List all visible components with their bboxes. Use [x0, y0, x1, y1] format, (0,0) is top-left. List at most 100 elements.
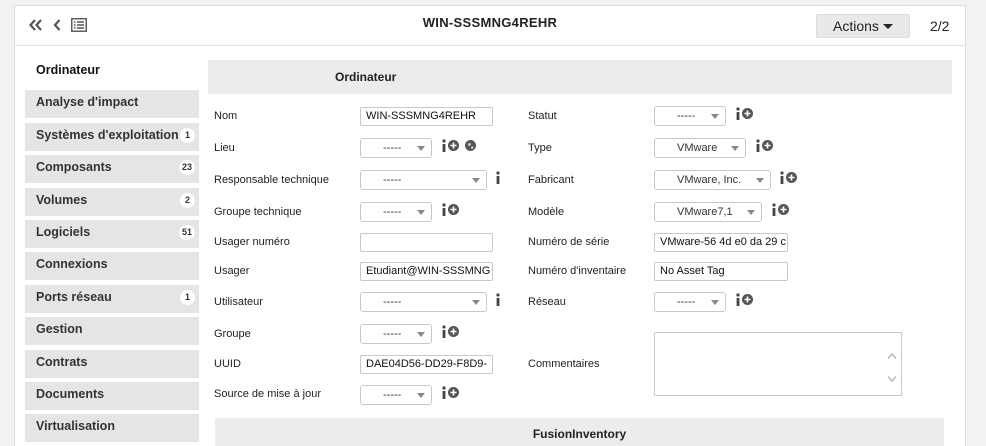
sidebar-item-label: Gestion — [36, 322, 83, 337]
sidebar-item-label: Connexions — [36, 257, 108, 272]
sidebar-item-label: Volumes — [36, 192, 88, 207]
source-mise-a-jour-value: ----- — [383, 389, 402, 401]
actions-button[interactable]: Actions — [816, 14, 910, 38]
scroll-up-icon[interactable] — [887, 349, 897, 360]
actions-label: Actions — [833, 18, 879, 34]
sidebar-item-connexions[interactable]: Connexions — [25, 252, 199, 281]
plus-circle-icon[interactable] — [448, 326, 459, 337]
groupe-technique-value: ----- — [383, 206, 402, 218]
info-icon[interactable] — [495, 293, 501, 306]
lieu-label: Lieu — [214, 142, 235, 154]
fabricant-value: VMware, Inc. — [677, 174, 742, 186]
sidebar-item-logiciels[interactable]: Logiciels 51 — [25, 219, 199, 248]
sidebar-item-gestion[interactable]: Gestion — [25, 317, 199, 346]
sidebar-item-contrats[interactable]: Contrats — [25, 349, 199, 378]
top-bar: WIN-SSSMNG4REHR Actions 2/2 — [15, 6, 965, 46]
caret-down-icon — [747, 210, 755, 215]
statut-value: ----- — [677, 110, 696, 122]
groupe-label: Groupe — [214, 328, 251, 340]
reseau-value: ----- — [677, 296, 696, 308]
usager-numero-label: Usager numéro — [214, 236, 290, 248]
sidebar-item-systemes-exploitation[interactable]: Systèmes d'exploitation 1 — [25, 122, 199, 151]
info-icon[interactable] — [441, 203, 447, 216]
usager-numero-input[interactable] — [360, 233, 493, 252]
info-icon[interactable] — [771, 203, 777, 216]
caret-down-icon — [711, 114, 719, 119]
count-badge: 2 — [180, 192, 195, 208]
numero-serie-input[interactable]: VMware-56 4d e0 da 29 c — [654, 233, 788, 252]
info-icon[interactable] — [441, 139, 447, 152]
modele-select[interactable]: VMware7,1 — [654, 202, 762, 222]
usager-input[interactable]: Etudiant@WIN-SSSMNG — [360, 262, 493, 281]
sidebar-item-analyse-impact[interactable]: Analyse d'impact — [25, 90, 199, 119]
sidebar-item-label: Contrats — [36, 354, 88, 369]
plus-circle-icon[interactable] — [448, 204, 459, 215]
sidebar-item-documents[interactable]: Documents — [25, 381, 199, 410]
commentaires-label: Commentaires — [528, 358, 600, 370]
globe-icon[interactable] — [465, 140, 476, 151]
plus-circle-icon[interactable] — [448, 140, 459, 151]
main-frame: WIN-SSSMNG4REHR Actions 2/2 Ordinateur A… — [14, 5, 966, 446]
groupe-select[interactable]: ----- — [360, 324, 432, 344]
caret-down-icon — [711, 300, 719, 305]
caret-down-icon — [417, 146, 425, 151]
commentaires-textarea[interactable] — [654, 332, 902, 396]
utilisateur-select[interactable]: ----- — [360, 292, 487, 312]
lieu-select[interactable]: ----- — [360, 138, 432, 158]
statut-select[interactable]: ----- — [654, 106, 726, 126]
sidebar-item-label: Ports réseau — [36, 289, 112, 304]
sidebar-item-composants[interactable]: Composants 23 — [25, 155, 199, 184]
plus-circle-icon[interactable] — [762, 140, 773, 151]
info-icon[interactable] — [735, 293, 741, 306]
source-mise-a-jour-label: Source de mise à jour — [214, 388, 321, 400]
info-icon[interactable] — [735, 107, 741, 120]
source-mise-a-jour-select[interactable]: ----- — [360, 385, 432, 405]
caret-down-icon — [417, 332, 425, 337]
statut-label: Statut — [528, 110, 557, 122]
info-icon[interactable] — [441, 386, 447, 399]
uuid-label: UUID — [214, 358, 241, 370]
scroll-down-icon[interactable] — [887, 372, 897, 383]
type-select[interactable]: VMware — [654, 138, 746, 158]
plus-circle-icon[interactable] — [786, 172, 797, 183]
info-icon[interactable] — [755, 139, 761, 152]
groupe-technique-select[interactable]: ----- — [360, 202, 432, 222]
plus-circle-icon[interactable] — [742, 294, 753, 305]
plus-circle-icon[interactable] — [448, 387, 459, 398]
numero-inventaire-label: Numéro d'inventaire — [528, 265, 627, 277]
sidebar-item-label: Analyse d'impact — [36, 95, 139, 110]
caret-down-icon — [756, 178, 764, 183]
sidebar-item-ordinateur[interactable]: Ordinateur — [25, 58, 199, 86]
section-header-fusioninventory: FusionInventory — [215, 418, 944, 446]
count-badge: 51 — [178, 224, 195, 240]
sidebar-item-label: Documents — [36, 386, 105, 401]
fabricant-select[interactable]: VMware, Inc. — [654, 170, 771, 190]
responsable-technique-select[interactable]: ----- — [360, 170, 487, 190]
type-label: Type — [528, 142, 552, 154]
info-icon[interactable] — [441, 325, 447, 338]
sidebar-item-label: Systèmes d'exploitation — [36, 127, 179, 142]
sidebar: Ordinateur Analyse d'impact Systèmes d'e… — [25, 58, 199, 446]
sidebar-item-virtualisation[interactable]: Virtualisation — [25, 414, 199, 443]
uuid-input[interactable]: DAE04D56-DD29-F8D9- — [360, 355, 493, 374]
plus-circle-icon[interactable] — [742, 108, 753, 119]
plus-circle-icon[interactable] — [778, 204, 789, 215]
count-badge: 23 — [178, 160, 195, 176]
caret-down-icon — [417, 210, 425, 215]
reseau-select[interactable]: ----- — [654, 292, 726, 312]
usager-label: Usager — [214, 265, 250, 277]
nom-input[interactable]: WIN-SSSMNG4REHR — [360, 107, 493, 126]
info-icon[interactable] — [779, 171, 785, 184]
modele-value: VMware7,1 — [677, 206, 733, 218]
sidebar-item-label: Composants — [36, 160, 112, 175]
count-badge: 1 — [180, 289, 195, 305]
lieu-value: ----- — [383, 142, 402, 154]
modele-label: Modèle — [528, 206, 565, 218]
sidebar-item-ports-reseau[interactable]: Ports réseau 1 — [25, 284, 199, 313]
caret-down-icon — [472, 300, 480, 305]
sidebar-item-volumes[interactable]: Volumes 2 — [25, 187, 199, 216]
form-content: Ordinateur Nom WIN-SSSMNG4REHR Statut --… — [208, 60, 952, 446]
info-icon[interactable] — [495, 171, 501, 184]
numero-inventaire-input[interactable]: No Asset Tag — [654, 262, 788, 281]
pager-count: 2/2 — [930, 18, 950, 34]
